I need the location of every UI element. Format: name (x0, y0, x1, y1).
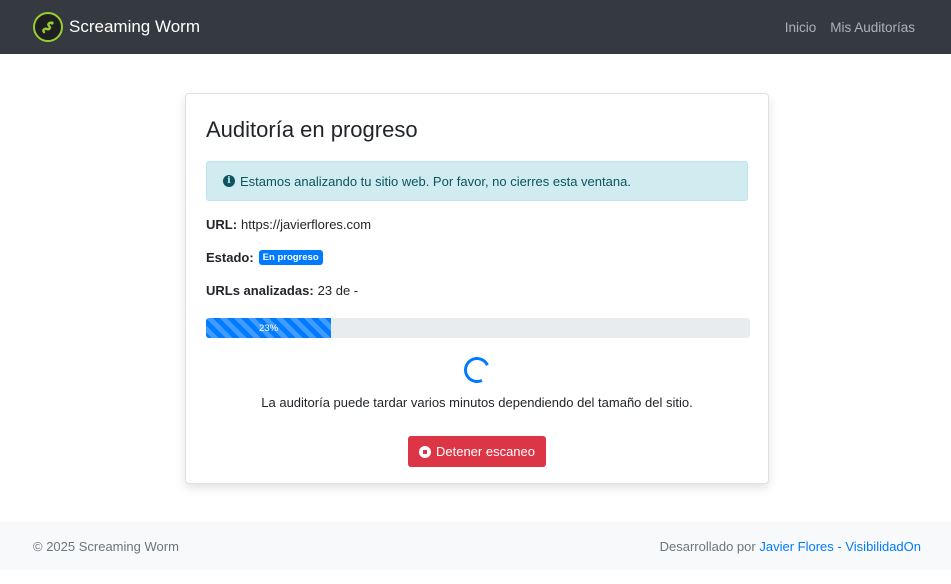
urls-row: URLs analizadas: 23 de - (206, 281, 748, 299)
alert-text: Estamos analizando tu sitio web. Por fav… (240, 173, 631, 189)
progress-bar-track: 23% (206, 318, 750, 338)
url-value: https://javierflores.com (241, 216, 372, 232)
spinner-icon (460, 353, 494, 387)
worm-logo-icon (33, 12, 63, 42)
info-alert: i Estamos analizando tu sitio web. Por f… (206, 161, 748, 201)
brand-name: Screaming Worm (69, 17, 200, 36)
credits: Desarrollado por Javier Flores - Visibil… (660, 539, 921, 554)
spinner-wrapper (206, 353, 748, 387)
progress-bar-fill: 23% (206, 318, 332, 338)
status-row: Estado: En progreso (206, 248, 748, 266)
status-label: Estado: (206, 249, 254, 265)
credits-separator: - (837, 538, 842, 554)
stop-scan-label: Detener escaneo (435, 444, 535, 459)
nav-link-mis-auditorias[interactable]: Mis Auditorías (830, 20, 915, 35)
status-badge: En progreso (258, 249, 323, 265)
info-circle-icon: i (223, 175, 235, 187)
url-label: URL: (206, 216, 238, 232)
urls-label: URLs analizadas: (206, 282, 314, 298)
company-link[interactable]: VisibilidadOn (845, 539, 921, 554)
author-link[interactable]: Javier Flores (759, 539, 833, 554)
url-row: URL: https://javierflores.com (206, 215, 748, 233)
duration-note: La auditoría puede tardar varios minutos… (261, 395, 693, 410)
stop-circle-icon (418, 445, 431, 458)
urls-value: 23 de - (317, 282, 359, 298)
footer: © 2025 Screaming Worm Desarrollado por J… (0, 522, 951, 570)
nav-link-inicio[interactable]: Inicio (785, 20, 817, 35)
navbar: Screaming Worm Inicio Mis Auditorías (0, 0, 951, 54)
developed-by-text: Desarrollado por (659, 538, 756, 554)
card-title: Auditoría en progreso (206, 117, 418, 142)
copyright-text: © 2025 Screaming Worm (33, 538, 179, 554)
button-wrapper: Detener escaneo (206, 436, 748, 467)
stop-scan-button[interactable]: Detener escaneo (407, 436, 546, 467)
nav-links: Inicio Mis Auditorías (785, 20, 915, 35)
audit-progress-card: Auditoría en progreso i Estamos analizan… (185, 93, 769, 484)
brand-link[interactable]: Screaming Worm (33, 12, 200, 42)
